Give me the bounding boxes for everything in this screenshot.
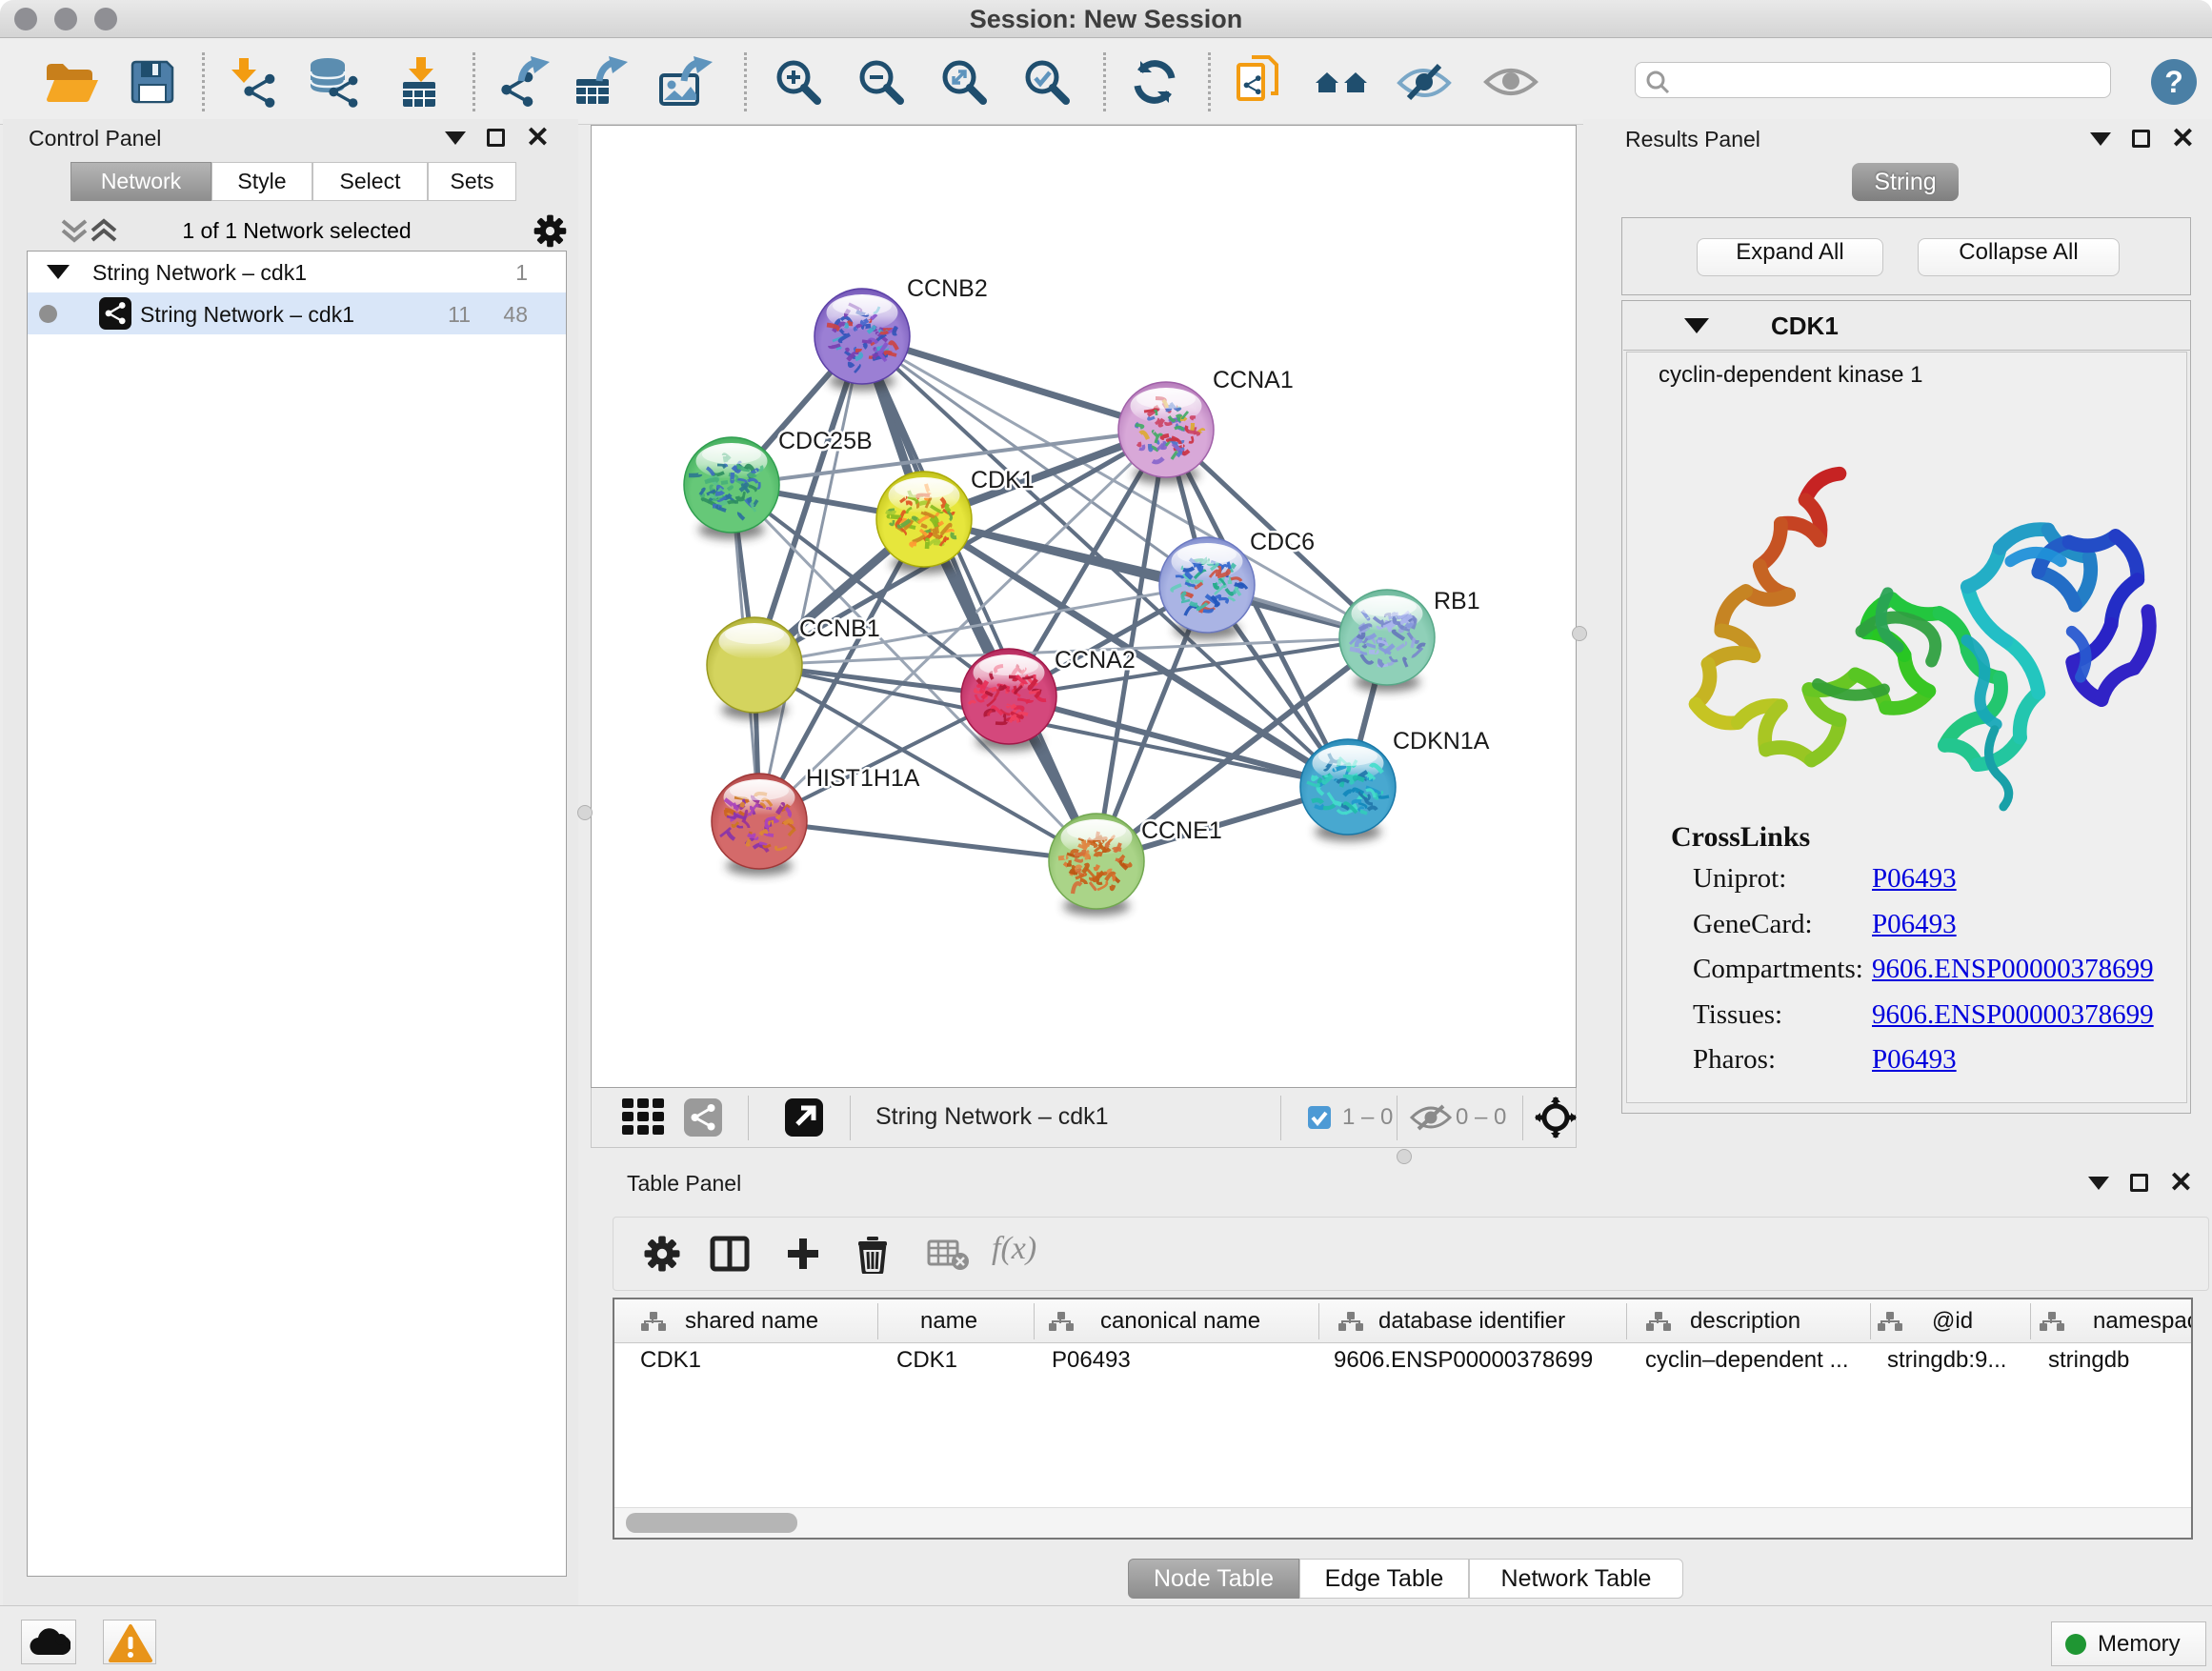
svg-text:CDK1: CDK1 (971, 467, 1035, 493)
svg-text:?: ? (2164, 65, 2183, 99)
svg-text:CDC25B: CDC25B (778, 428, 873, 454)
svg-text:CCNB2: CCNB2 (907, 275, 988, 302)
svg-text:HIST1H1A: HIST1H1A (806, 765, 920, 792)
svg-text:CDKN1A: CDKN1A (1393, 728, 1490, 755)
svg-text:CCNE1: CCNE1 (1141, 817, 1222, 844)
svg-text:CCNA1: CCNA1 (1213, 367, 1294, 393)
svg-text:CCNA2: CCNA2 (1055, 647, 1136, 674)
svg-text:RB1: RB1 (1434, 588, 1480, 614)
svg-text:CDC6: CDC6 (1250, 529, 1315, 555)
svg-text:CCNB1: CCNB1 (799, 615, 880, 642)
